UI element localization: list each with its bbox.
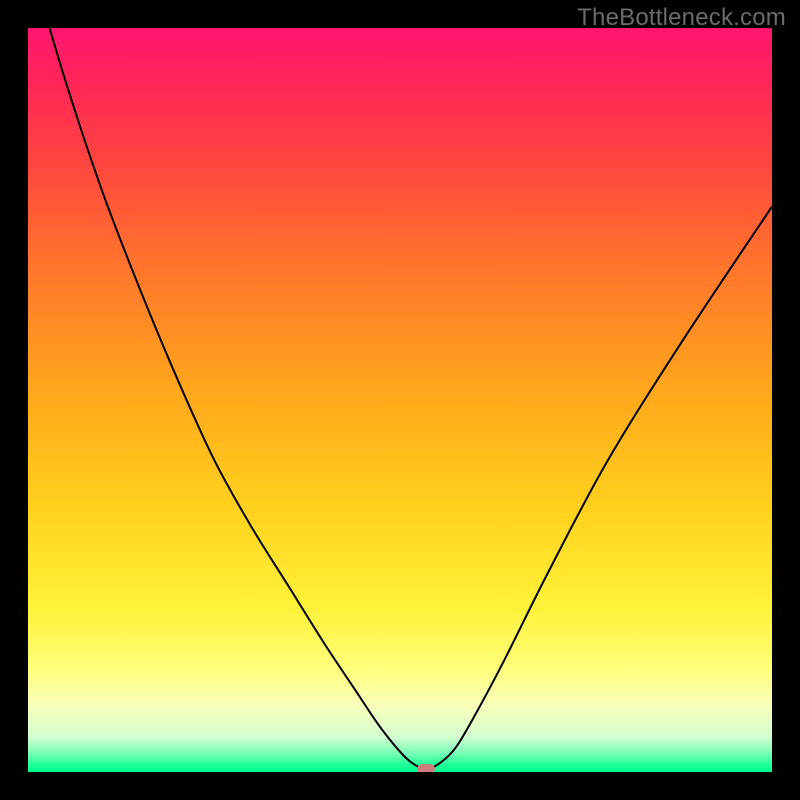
optimal-marker (417, 764, 434, 772)
plot-area (28, 28, 772, 772)
bottleneck-curve (28, 28, 772, 772)
chart-frame: TheBottleneck.com (0, 0, 800, 800)
